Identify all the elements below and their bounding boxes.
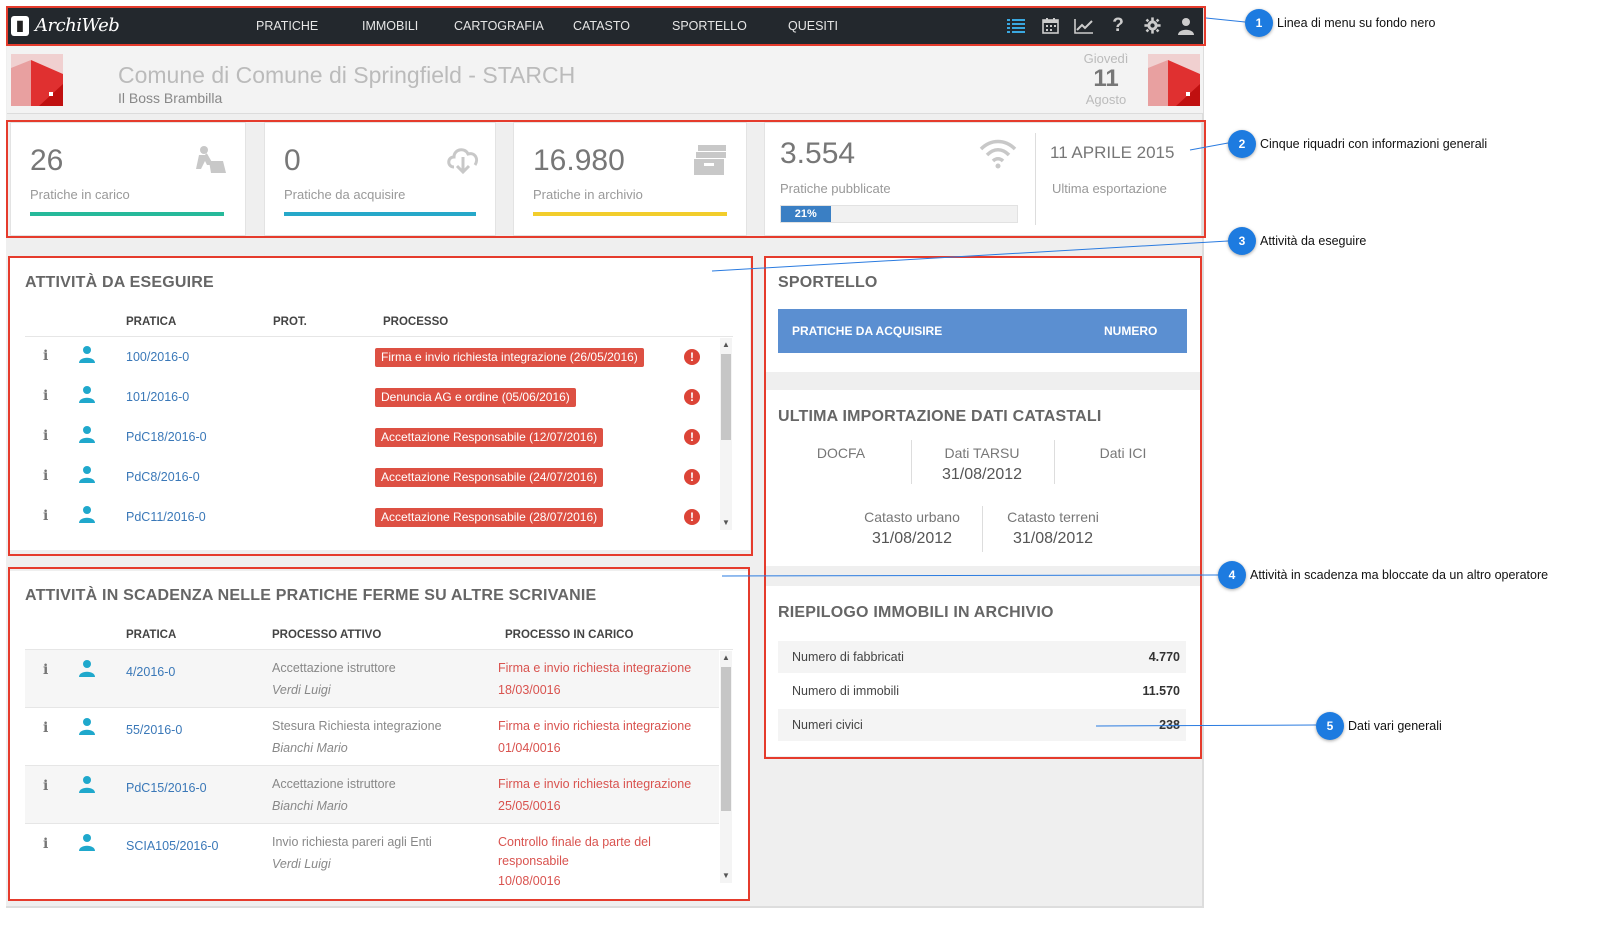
callout-badge-1: 1 <box>1245 9 1273 37</box>
callout-badge-2: 2 <box>1228 130 1256 158</box>
callout-badge-3: 3 <box>1228 227 1256 255</box>
callout-badge-5: 5 <box>1316 712 1344 740</box>
callout-text-4: Attività in scadenza ma bloccate da un a… <box>1250 568 1549 582</box>
callout-text-3: Attività da eseguire <box>1260 234 1367 248</box>
callout-text-5: Dati vari generali <box>1348 719 1442 733</box>
callout-badge-4: 4 <box>1218 561 1246 589</box>
callout-text-1: Linea di menu su fondo nero <box>1277 16 1436 30</box>
callout-text-2: Cinque riquadri con informazioni general… <box>1260 137 1488 151</box>
